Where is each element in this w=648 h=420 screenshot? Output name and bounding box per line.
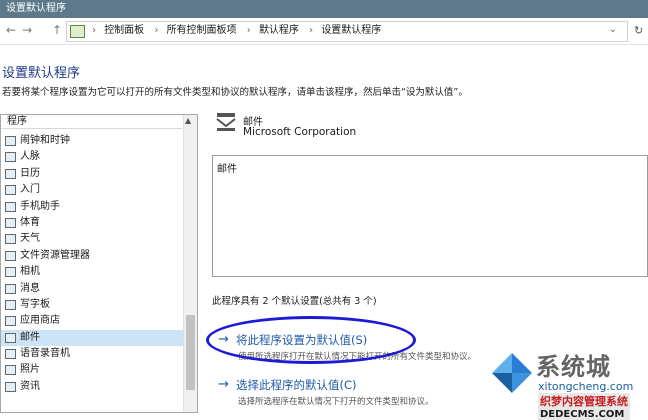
watermark-site: xitongcheng.com [538,380,634,393]
list-item[interactable]: 照片 [1,362,183,378]
list-item-selected[interactable]: 邮件 [1,329,183,347]
windows-logo-icon [492,353,532,393]
program-list[interactable]: 程序 闹钟和时钟 人脉 日历 入门 手机助手 体育 天气 文件资源管理器 相机 … [0,114,198,413]
breadcrumb-item[interactable]: 默认程序 [259,25,299,36]
calendar-icon [5,168,16,179]
forward-arrow-icon[interactable]: → [22,23,32,37]
chevron-right-icon: › [309,25,314,36]
list-header: 程序 [1,115,182,129]
sports-icon [5,217,16,228]
window-title: 设置默认程序 [6,3,66,14]
breadcrumb-item[interactable]: 控制面板 [104,25,144,36]
list-item[interactable]: 闹钟和时钟 [1,133,183,149]
chevron-down-icon[interactable]: ⌄ [609,24,617,35]
choose-defaults-link[interactable]: 选择此程序的默认值(C) [236,378,357,392]
watermark: 系统城 xitongcheng.com 织梦内容管理系统 DEDECMS.COM [486,345,648,420]
watermark-badge: 织梦内容管理系统 DEDECMS.COM [538,393,630,420]
camera-icon [5,267,16,278]
defaults-count-text: 此程序具有 2 个默认设置(总共有 3 个) [212,296,377,307]
store-icon [5,316,16,327]
breadcrumb-item[interactable]: 所有控制面板项 [167,25,237,36]
arrow-right-icon: → [218,377,229,392]
photos-icon [5,365,16,376]
choose-defaults-description: 选择所选程序在默认情况下打开的文件类型和协议。 [238,397,434,407]
message-icon [5,283,16,294]
page-title: 设置默认程序 [2,66,81,81]
weather-icon [5,234,16,245]
list-item[interactable]: 入门 [1,182,183,198]
page-description: 若要将某个程序设置为它可以打开的所有文件类型和协议的默认程序，请单击该程序，然后… [2,87,468,98]
folder-icon [5,250,16,261]
app-description-box: 邮件 [212,155,648,277]
phone-companion-icon [5,201,16,212]
people-icon [5,152,16,163]
refresh-icon[interactable]: ↻ [634,24,643,37]
scroll-up-icon[interactable]: ▲ [185,116,191,125]
watermark-brand: 系统城 [536,353,611,381]
list-item[interactable]: 日历 [1,166,183,182]
list-item[interactable]: 相机 [1,264,183,280]
chevron-right-icon: › [246,25,251,36]
title-bar: 设置默认程序 [0,0,648,18]
news-icon [5,381,16,392]
voice-recorder-icon [5,349,16,360]
list-item[interactable]: 人脉 [1,149,183,165]
app-description: 邮件 [217,164,237,175]
chevron-right-icon: › [154,25,159,36]
wordpad-icon [5,299,16,310]
mail-icon [5,332,16,343]
up-arrow-icon[interactable]: ↑ [52,23,62,37]
list-item[interactable]: 资讯 [1,379,183,395]
breadcrumb-item[interactable]: 设置默认程序 [321,25,381,36]
program-items: 闹钟和时钟 人脉 日历 入门 手机助手 体育 天气 文件资源管理器 相机 消息 … [1,133,183,395]
get-started-icon [5,185,16,196]
watermark-line1: 织梦内容管理系统 [540,395,628,408]
list-item[interactable]: 手机助手 [1,199,183,215]
navigation-bar: ← → ↑ › 控制面板 › 所有控制面板项 › 默认程序 › 设置默认程序 ⌄… [0,18,648,45]
chevron-right-icon: › [92,25,96,36]
mail-app-icon [216,113,236,131]
breadcrumb: › 控制面板 › 所有控制面板项 › 默认程序 › 设置默认程序 [87,25,383,37]
list-item[interactable]: 写字板 [1,297,183,313]
list-item[interactable]: 消息 [1,281,183,297]
list-scrollbar[interactable]: ▲ [183,115,197,412]
alarm-clock-icon [5,136,16,146]
control-panel-icon [70,25,85,38]
highlight-annotation-oval [206,316,416,364]
app-company: Microsoft Corporation [243,126,357,138]
scroll-thumb[interactable] [186,315,195,390]
list-item[interactable]: 体育 [1,215,183,231]
list-item[interactable]: 语音录音机 [1,346,183,362]
list-item[interactable]: 文件资源管理器 [1,248,183,264]
list-item[interactable]: 应用商店 [1,313,183,329]
list-item[interactable]: 天气 [1,231,183,247]
back-arrow-icon[interactable]: ← [6,23,16,37]
address-bar[interactable]: › 控制面板 › 所有控制面板项 › 默认程序 › 设置默认程序 ⌄ [66,21,628,42]
